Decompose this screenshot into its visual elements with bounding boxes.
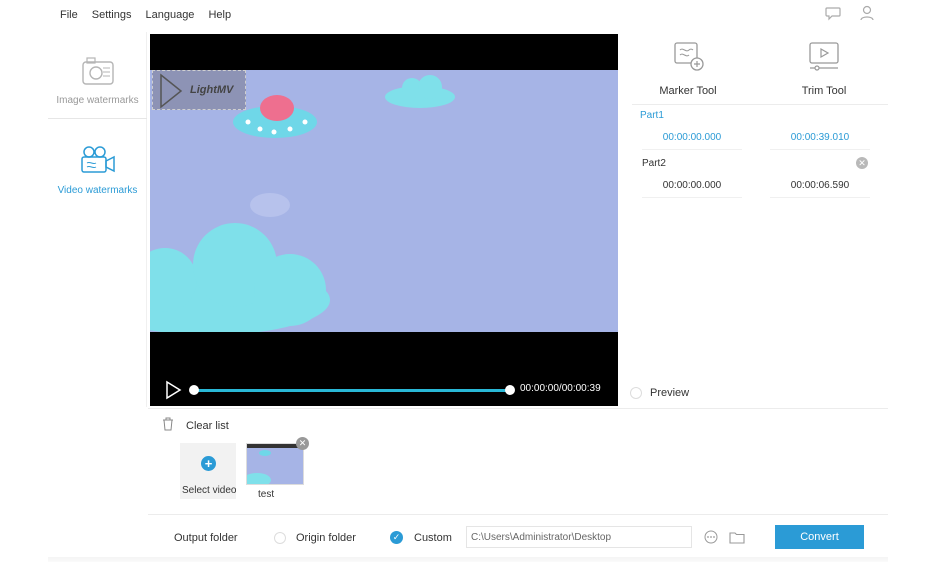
play-button[interactable] [164,380,182,400]
file-name: test [258,489,275,500]
select-video-button[interactable]: + Select video [180,443,236,499]
progress-end-handle[interactable] [505,385,515,395]
preview-label: Preview [650,387,690,399]
part1-label: Part1 [640,110,664,121]
remove-file-icon[interactable]: ✕ [296,437,309,450]
menu-file[interactable]: File [60,9,78,21]
clear-list-button[interactable]: Clear list [162,417,229,434]
marker-tool-icon [671,42,705,75]
origin-folder-label: Origin folder [296,532,356,544]
player-controls: 00:00:00/00:00:39 [150,374,618,406]
part2-end-time[interactable]: 00:00:06.590 [770,174,870,198]
custom-folder-radio[interactable]: ✓ [390,531,403,544]
output-folder-label: Output folder [174,532,238,544]
tools-divider [632,104,888,105]
plus-icon: + [201,456,216,471]
window-bottom-edge [48,557,888,562]
progress-start-handle[interactable] [189,385,199,395]
menu-language[interactable]: Language [145,9,194,21]
tab-image-watermarks[interactable]: Image watermarks [48,56,147,106]
origin-folder-radio[interactable] [274,532,286,544]
sidebar-divider [48,118,147,119]
output-bar: Output folder Origin folder ✓ Custom C:\… [148,514,888,560]
marker-tool-label: Marker Tool [659,85,717,97]
preview-toggle[interactable]: Preview [630,387,689,399]
marker-tool-button[interactable]: Marker Tool [638,40,738,97]
select-video-label: Select video [182,485,237,496]
part2-start-time[interactable]: 00:00:00.000 [642,174,742,198]
menu-bar: File Settings Language Help [0,0,938,30]
convert-button[interactable]: Convert [775,525,864,549]
more-options-icon[interactable] [704,530,718,547]
preview-radio[interactable] [630,387,642,399]
folder-icon[interactable] [729,530,745,547]
menu-help[interactable]: Help [208,9,231,21]
output-path-field[interactable]: C:\Users\Administrator\Desktop [466,526,692,548]
trim-tool-icon [807,42,841,75]
part2-label: Part2 [642,158,666,169]
right-panel: Marker Tool Trim Tool Part1 00:00:00.000… [622,32,888,407]
clear-list-label: Clear list [186,419,229,432]
custom-folder-label: Custom [414,532,452,544]
watermark-logo-text: LightMV [190,84,234,96]
trim-tool-label: Trim Tool [801,85,847,97]
menu-settings[interactable]: Settings [92,9,132,21]
file-list: Clear list + Select video ✕ test [148,408,888,512]
trash-icon [162,417,174,434]
image-icon [81,57,115,89]
part1-end-time[interactable]: 00:00:39.010 [770,126,870,150]
remove-part-icon[interactable]: ✕ [856,157,868,169]
tab-video-watermarks-label: Video watermarks [57,185,138,196]
video-camera-icon [78,146,118,179]
top-right-icons [824,4,876,25]
user-icon[interactable] [858,4,876,25]
sidebar: Image watermarks Video watermarks [48,32,147,407]
video-thumbnail[interactable] [246,443,304,485]
progress-bar[interactable] [194,389,510,392]
tab-video-watermarks[interactable]: Video watermarks [48,144,147,196]
video-player: LightMV 00:00:00/00:00:39 [150,34,618,406]
chat-icon[interactable] [824,4,842,25]
trim-tool-button[interactable]: Trim Tool [774,40,874,97]
part1-start-time[interactable]: 00:00:00.000 [642,126,742,150]
tab-image-watermarks-label: Image watermarks [56,95,139,106]
time-display: 00:00:00/00:00:39 [520,383,601,394]
